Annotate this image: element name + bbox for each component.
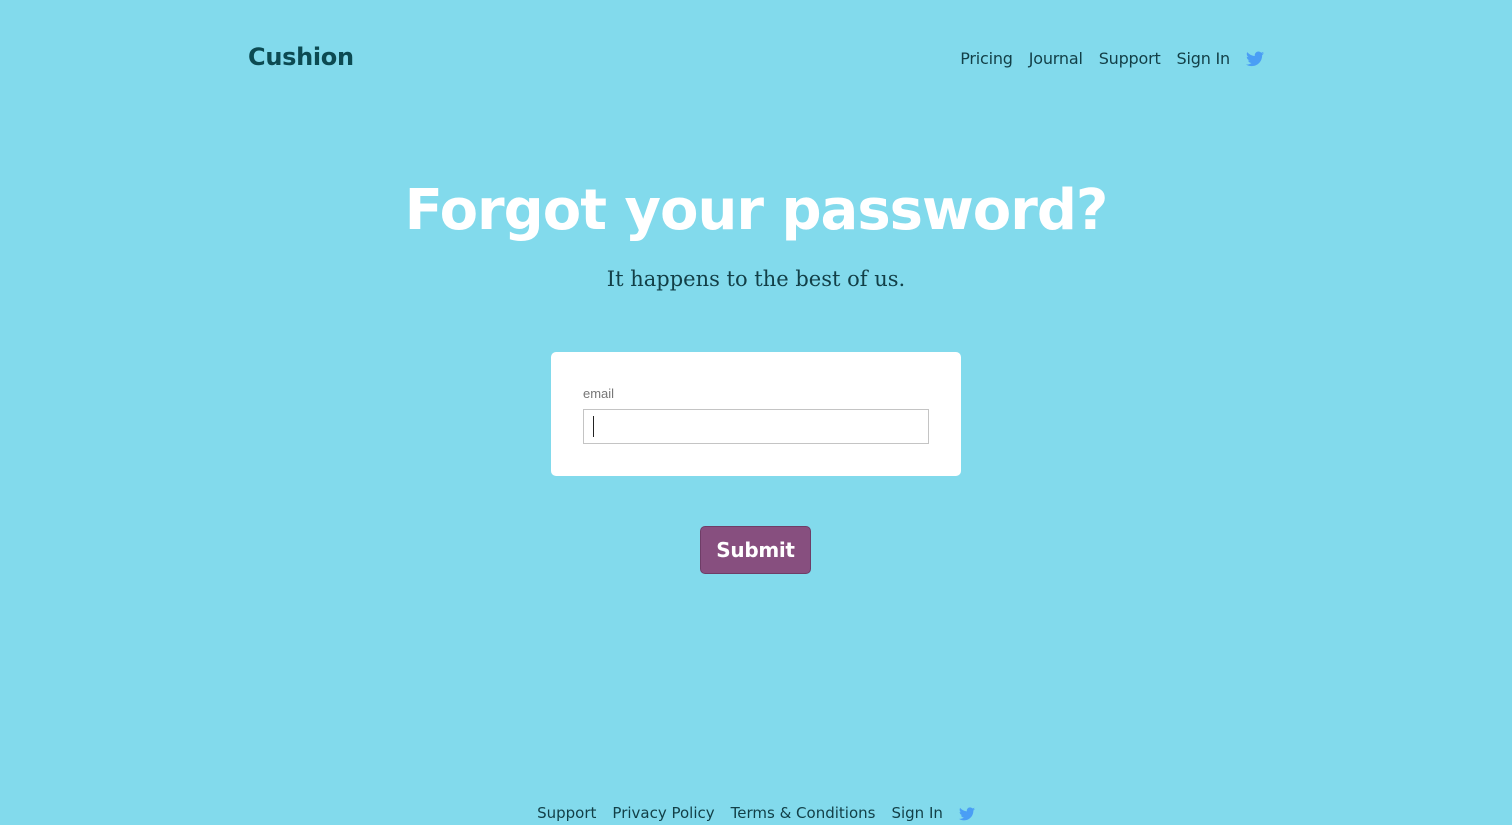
nav-item-support[interactable]: Support xyxy=(1099,48,1161,70)
footer-link-terms[interactable]: Terms & Conditions xyxy=(731,803,876,823)
brand-logo[interactable]: Cushion xyxy=(248,40,354,74)
submit-button[interactable]: Submit xyxy=(700,526,811,574)
site-footer: Support Privacy Policy Terms & Condition… xyxy=(0,803,1512,823)
top-nav: Pricing Journal Support Sign In xyxy=(960,48,1264,70)
twitter-icon[interactable] xyxy=(1246,51,1264,67)
footer-twitter-icon[interactable] xyxy=(958,806,975,821)
page-title: Forgot your password? xyxy=(404,178,1109,243)
reset-form-card: email xyxy=(551,352,961,476)
nav-item-sign-in[interactable]: Sign In xyxy=(1177,48,1231,70)
text-cursor xyxy=(593,416,594,437)
email-label: email xyxy=(583,386,615,401)
nav-item-pricing[interactable]: Pricing xyxy=(960,48,1013,70)
site-header: Cushion Pricing Journal Support Sign In xyxy=(248,40,1264,80)
footer-link-privacy-policy[interactable]: Privacy Policy xyxy=(612,803,714,823)
footer-link-support[interactable]: Support xyxy=(537,803,596,823)
nav-item-journal[interactable]: Journal xyxy=(1029,48,1083,70)
email-field[interactable] xyxy=(583,409,929,444)
footer-link-sign-in[interactable]: Sign In xyxy=(891,803,942,823)
page-subtitle: It happens to the best of us. xyxy=(606,267,906,291)
